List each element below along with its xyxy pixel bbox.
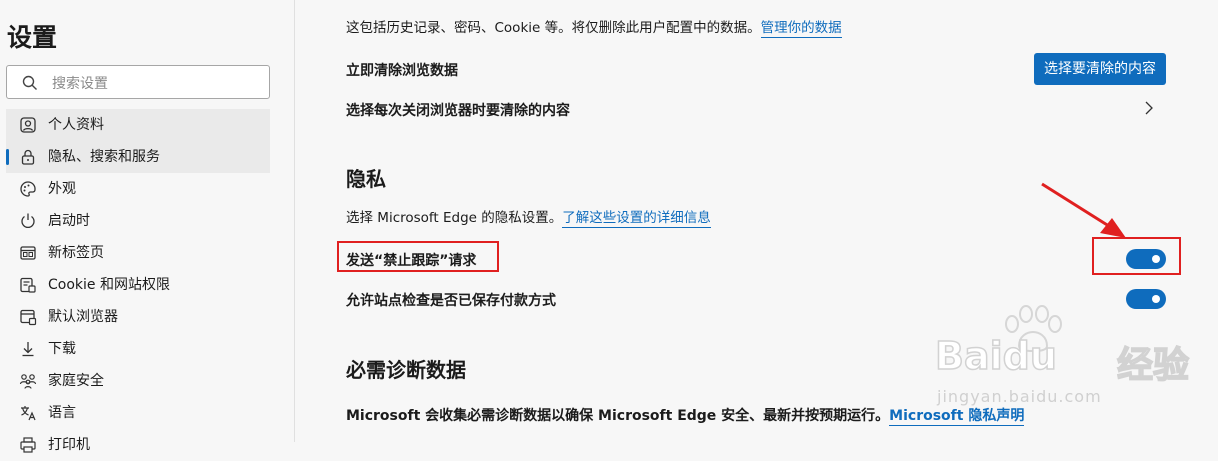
sidebar-item-family-safety[interactable]: 家庭安全: [6, 365, 270, 397]
sidebar-item-label: 家庭安全: [48, 373, 104, 389]
language-icon: [21, 406, 36, 421]
choose-what-to-clear-button[interactable]: 选择要清除的内容: [1034, 53, 1166, 85]
manage-data-link[interactable]: 管理你的数据: [760, 20, 842, 38]
annotation-box-label: [337, 241, 499, 272]
sidebar-item-cookies[interactable]: Cookie 和网站权限: [6, 269, 270, 301]
annotation-arrow-icon: [1041, 182, 1126, 238]
download-icon: [22, 342, 34, 357]
sidebar-item-label: 启动时: [48, 213, 90, 229]
clear-data-description: 这包括历史记录、密码、Cookie 等。将仅删除此用户配置中的数据。管理你的数据: [346, 20, 842, 38]
clear-now-label: 立即清除浏览数据: [346, 63, 458, 79]
payment-methods-label: 允许站点检查是否已保存付款方式: [346, 293, 556, 309]
settings-sidebar: 设置 搜索设置 个人资料 隐私、搜索和服务 外观 启动时 新标签页 Cookie…: [0, 0, 295, 453]
new-tab-icon: [20, 246, 36, 260]
sidebar-item-label: 语言: [48, 405, 76, 421]
sidebar-item-label: 打印机: [48, 437, 90, 453]
lock-icon: [21, 149, 35, 165]
sidebar-item-appearance[interactable]: 外观: [6, 173, 270, 205]
search-icon: [22, 75, 37, 90]
profile-icon: [20, 117, 36, 133]
sidebar-item-default-browser[interactable]: 默认浏览器: [6, 301, 270, 333]
sidebar-nav: 个人资料 隐私、搜索和服务 外观 启动时 新标签页 Cookie 和网站权限 默…: [6, 109, 270, 461]
sidebar-item-new-tab[interactable]: 新标签页: [6, 237, 270, 269]
sidebar-item-label: 外观: [48, 181, 76, 197]
settings-content: 这包括历史记录、密码、Cookie 等。将仅删除此用户配置中的数据。管理你的数据…: [296, 0, 1218, 442]
privacy-statement-link[interactable]: Microsoft 隐私声明: [889, 408, 1025, 426]
sidebar-item-label: 个人资料: [48, 117, 104, 133]
search-settings-input[interactable]: 搜索设置: [6, 65, 270, 99]
diagnostics-description: Microsoft 会收集必需诊断数据以确保 Microsoft Edge 安全…: [346, 408, 1025, 426]
palette-icon: [20, 181, 36, 197]
sidebar-item-label: 下载: [48, 341, 76, 357]
sidebar-item-label: 新标签页: [48, 245, 104, 261]
site-permissions-icon: [20, 277, 36, 293]
chevron-right-icon[interactable]: [1142, 99, 1156, 117]
privacy-description: 选择 Microsoft Edge 的隐私设置。了解这些设置的详细信息: [346, 210, 711, 228]
search-placeholder: 搜索设置: [52, 76, 108, 92]
payment-methods-toggle[interactable]: [1126, 289, 1166, 309]
sidebar-item-label: 默认浏览器: [48, 309, 118, 325]
clear-on-close-label[interactable]: 选择每次关闭浏览器时要清除的内容: [346, 100, 570, 120]
sidebar-item-downloads[interactable]: 下载: [6, 333, 270, 365]
sidebar-item-startup[interactable]: 启动时: [6, 205, 270, 237]
learn-more-link[interactable]: 了解这些设置的详细信息: [562, 210, 711, 228]
diagnostics-heading: 必需诊断数据: [346, 358, 466, 382]
privacy-heading: 隐私: [346, 167, 386, 191]
family-icon: [19, 374, 37, 389]
sidebar-title: 设置: [7, 23, 58, 52]
printer-icon: [20, 437, 36, 453]
sidebar-item-languages[interactable]: 语言: [6, 397, 270, 429]
sidebar-item-printers[interactable]: 打印机: [6, 429, 270, 461]
sidebar-item-label: Cookie 和网站权限: [48, 277, 170, 293]
sidebar-item-label: 隐私、搜索和服务: [48, 149, 160, 165]
sidebar-item-privacy[interactable]: 隐私、搜索和服务: [6, 141, 270, 173]
sidebar-item-profiles[interactable]: 个人资料: [6, 109, 270, 141]
browser-icon: [20, 309, 37, 326]
power-icon: [21, 213, 35, 228]
